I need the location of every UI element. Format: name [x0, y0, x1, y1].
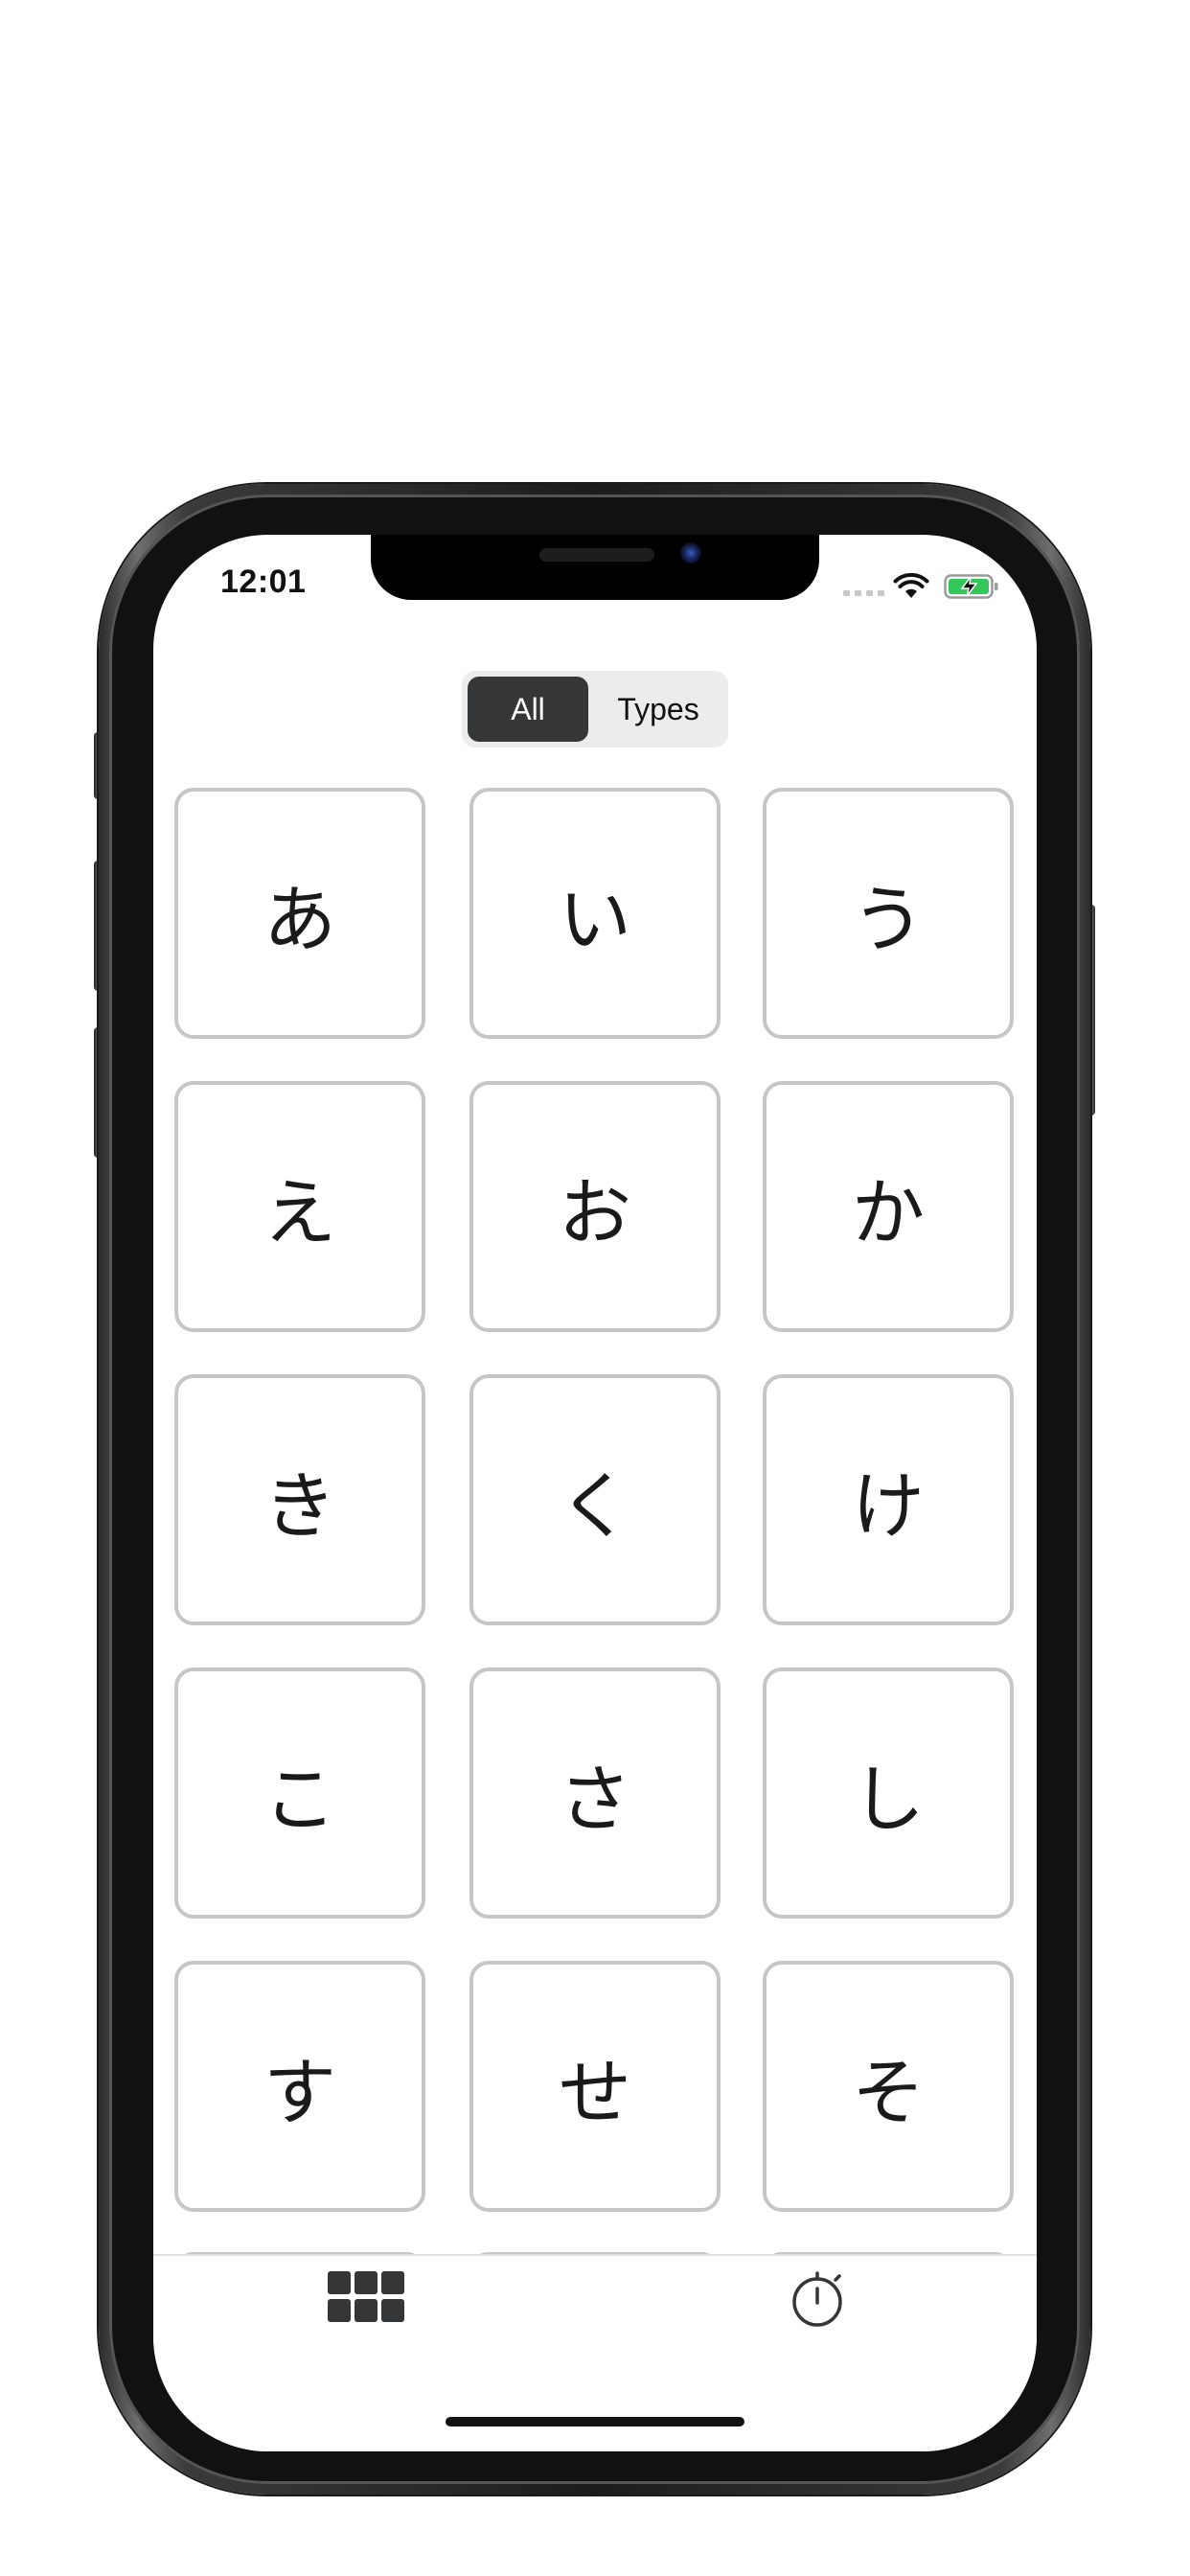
- battery-charging-icon: [944, 574, 998, 599]
- kana-card[interactable]: え: [174, 1081, 425, 1332]
- kana-card[interactable]: き: [174, 1374, 425, 1625]
- front-camera: [680, 542, 701, 564]
- kana-card[interactable]: う: [763, 788, 1014, 1039]
- kana-card[interactable]: さ: [469, 1668, 721, 1919]
- kana-card[interactable]: せ: [469, 1961, 721, 2212]
- kana-card[interactable]: け: [763, 1374, 1014, 1625]
- home-indicator[interactable]: [446, 2417, 744, 2426]
- kana-card[interactable]: こ: [174, 1668, 425, 1919]
- kana-card[interactable]: く: [469, 1374, 721, 1625]
- segment-types[interactable]: Types: [594, 677, 722, 742]
- kana-grid: あ い う え お か き く け こ さ し す せ そ: [174, 788, 1016, 2254]
- kana-card[interactable]: い: [469, 788, 721, 1039]
- kana-card[interactable]: し: [763, 1668, 1014, 1919]
- phone-screen: 12:01 All Types あ い う え お か き く け こ さ し …: [153, 535, 1037, 2451]
- kana-card[interactable]: あ: [174, 788, 425, 1039]
- cellular-signal-icon: [843, 590, 885, 596]
- earpiece-speaker: [539, 548, 654, 562]
- filter-segmented-control: All Types: [462, 671, 728, 748]
- wifi-icon: [893, 573, 929, 598]
- kana-card[interactable]: お: [469, 1081, 721, 1332]
- notch: [371, 535, 819, 600]
- kana-card[interactable]: す: [174, 1961, 425, 2212]
- device-mockup: 12:01 All Types あ い う え お か き く け こ さ し …: [0, 0, 1190, 2576]
- segment-all[interactable]: All: [468, 677, 588, 742]
- grid-icon[interactable]: [328, 2271, 404, 2323]
- status-time: 12:01: [220, 564, 307, 600]
- stopwatch-icon[interactable]: [790, 2269, 847, 2329]
- kana-card[interactable]: そ: [763, 1961, 1014, 2212]
- tab-bar: [153, 2254, 1037, 2451]
- kana-card[interactable]: か: [763, 1081, 1014, 1332]
